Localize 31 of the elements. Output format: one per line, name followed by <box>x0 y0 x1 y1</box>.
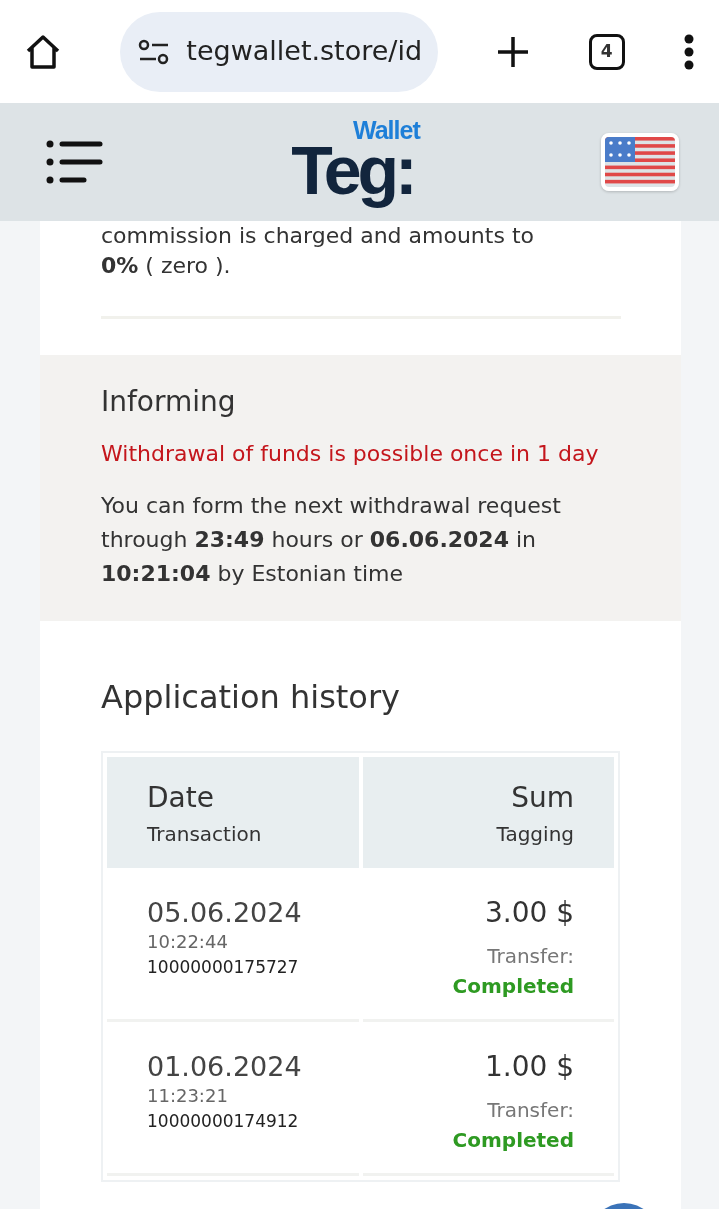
status-text: Completed <box>452 1127 574 1155</box>
date-text: 05.06.2024 <box>147 898 302 929</box>
transaction-id: 10000000174912 <box>147 1110 299 1134</box>
transfer-label: Transfer: <box>487 943 574 971</box>
more-icon[interactable] <box>682 33 695 70</box>
panel-title: Informing <box>101 385 237 420</box>
time-text: 11:23:21 <box>147 1084 228 1109</box>
new-tab-icon[interactable] <box>496 34 531 69</box>
status-text: Completed <box>452 973 574 1001</box>
column-subtitle: Transaction <box>147 821 262 849</box>
transaction-id: 10000000175727 <box>147 956 299 980</box>
paragraph: You can form the next withdrawal request through 23:49 hours or 06.06.2024 in 10:21:04 by Estonian time <box>101 492 562 589</box>
column-title: Date <box>147 780 214 817</box>
home-icon[interactable] <box>24 32 62 71</box>
logo-subtitle: Wallet <box>353 115 420 146</box>
date-text: 01.06.2024 <box>147 1052 302 1083</box>
flag-icon[interactable] <box>601 133 679 191</box>
menu-icon[interactable] <box>46 138 104 186</box>
paragraph: commission is charged and amounts to <box>100 223 535 250</box>
section-title: Application history <box>100 677 402 719</box>
site-settings-icon[interactable] <box>138 37 171 66</box>
tab-count-button[interactable]: 4 <box>588 33 625 70</box>
address-bar[interactable]: tegwallet.store/id <box>120 11 439 92</box>
warning-text: Withdrawal of funds is possible once in 1 day <box>101 440 600 469</box>
amount-text: 1.00 $ <box>484 1052 574 1084</box>
time-text: 10:22:44 <box>147 930 228 955</box>
amount-text: 3.00 $ <box>484 898 574 930</box>
column-subtitle: Tagging <box>496 821 574 849</box>
transfer-label: Transfer: <box>487 1097 574 1125</box>
paragraph: 0% ( zero ). <box>100 252 232 281</box>
column-title: Sum <box>511 780 574 817</box>
